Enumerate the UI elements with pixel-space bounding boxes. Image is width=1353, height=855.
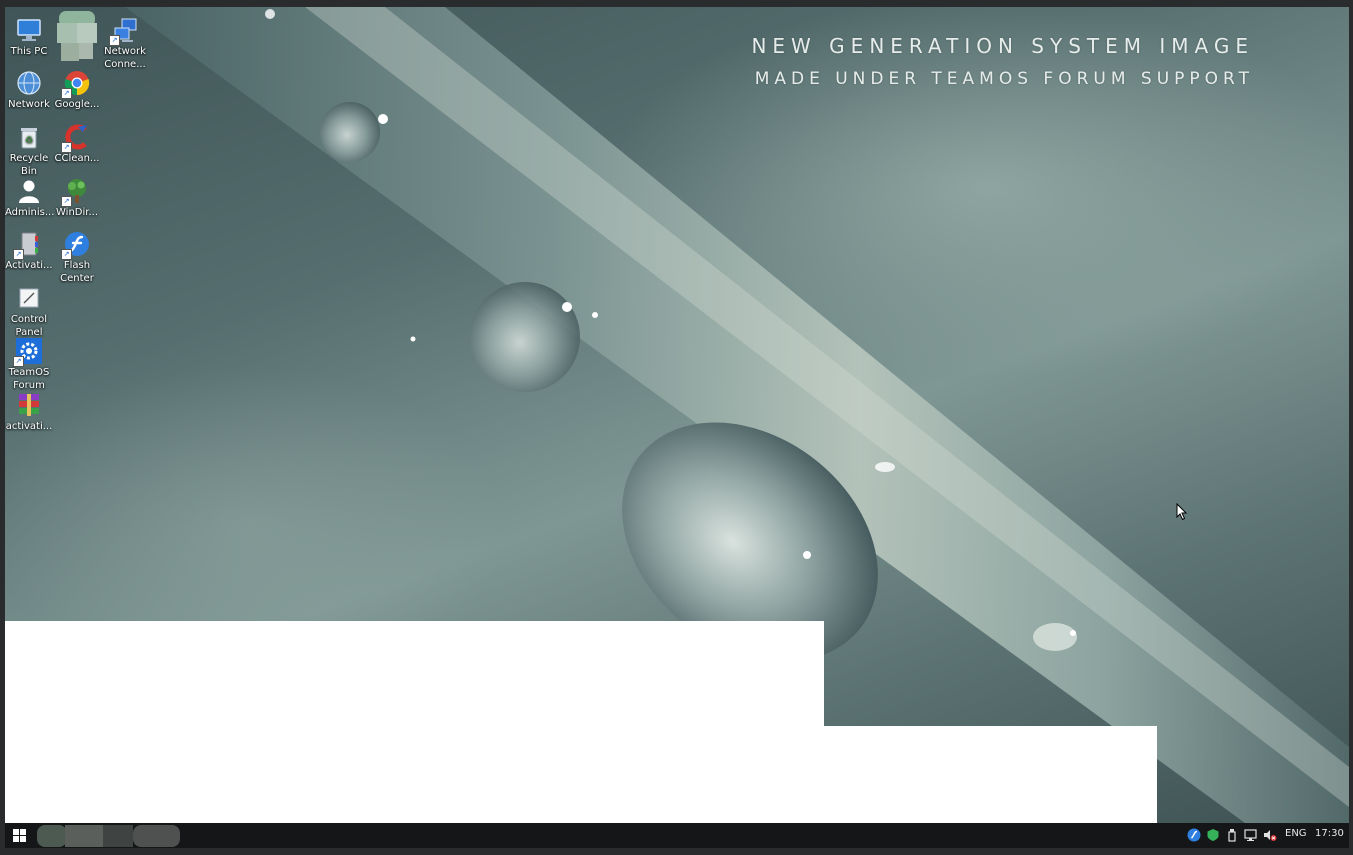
taskbar-clock[interactable]: 17:30: [1315, 828, 1344, 839]
desktop-icons: This PC Network ♻ Recycle Bin Adminis...…: [5, 7, 165, 447]
flash-tray-icon[interactable]: [1187, 828, 1201, 842]
mouse-cursor-icon: [1176, 503, 1188, 521]
start-button[interactable]: [5, 823, 33, 848]
svg-text:♻: ♻: [25, 136, 33, 146]
desktop-icon-teamos-forum[interactable]: ↗ TeamOS Forum: [5, 333, 53, 392]
desktop-icon-label: Flash Center: [60, 260, 94, 284]
monitor-icon: [15, 16, 43, 44]
watermark-subtitle: MADE UNDER TEAMOS FORUM SUPPORT: [754, 69, 1254, 89]
blank-region: [5, 621, 824, 823]
desktop-icon-google-chrome[interactable]: ↗ Google...: [53, 65, 101, 111]
shortcut-arrow-icon: ↗: [13, 249, 24, 260]
desktop-icon-flash-center[interactable]: ↗ Flash Center: [53, 226, 101, 285]
desktop-icon-network-connections[interactable]: ↗ Network Conne...: [101, 12, 149, 71]
desktop-icon-label: Google...: [54, 99, 100, 110]
desktop-icon-windirstat[interactable]: ↗ WinDir...: [53, 173, 101, 219]
desktop-icon-this-pc[interactable]: This PC: [5, 12, 53, 58]
blank-region: [824, 726, 1157, 823]
watermark-title: NEW GENERATION SYSTEM IMAGE: [751, 34, 1254, 58]
redacted-taskbar-apps[interactable]: [37, 825, 180, 847]
chrome-icon: ↗: [61, 69, 91, 99]
desktop-icon-activation[interactable]: ↗ Activati...: [5, 226, 53, 272]
desktop-icon-label: activati...: [5, 421, 53, 432]
network-globe-icon: [15, 69, 43, 97]
shield-tray-icon[interactable]: [1206, 828, 1220, 842]
flash-icon: ↗: [61, 230, 91, 260]
tree-icon: ↗: [61, 177, 91, 207]
desktop-icon-label: CClean...: [54, 153, 100, 164]
network-connections-icon: ↗: [109, 16, 139, 46]
desktop-icon-label: Network: [8, 99, 50, 110]
shortcut-arrow-icon: ↗: [13, 356, 24, 367]
desktop-icon-label: WinDir...: [56, 207, 98, 218]
gear-icon: ↗: [13, 337, 43, 367]
shortcut-arrow-icon: ↗: [61, 142, 72, 153]
taskbar: ENG 17:30: [5, 823, 1349, 848]
activation-tool-icon: ↗: [13, 230, 43, 260]
control-panel-icon: [15, 284, 43, 312]
windows-logo-icon: [13, 829, 26, 842]
desktop-icon-recycle-bin[interactable]: ♻ Recycle Bin: [5, 119, 53, 178]
winrar-archive-icon: [15, 391, 43, 419]
desktop-icon-label: Network Conne...: [104, 46, 146, 70]
volume-muted-icon[interactable]: [1263, 828, 1277, 842]
usb-tray-icon[interactable]: [1225, 828, 1239, 842]
input-language-indicator[interactable]: ENG: [1285, 828, 1307, 839]
desktop-icon-network[interactable]: Network: [5, 65, 53, 111]
desktop-icon-control-panel[interactable]: Control Panel: [5, 280, 53, 339]
shortcut-arrow-icon: ↗: [61, 249, 72, 260]
desktop-icon-label: Activati...: [5, 260, 53, 271]
redacted-desktop-icon[interactable]: [55, 9, 99, 65]
recycle-bin-icon: ♻: [15, 123, 43, 151]
shortcut-arrow-icon: ↗: [109, 35, 120, 46]
desktop-icon-administrator[interactable]: Adminis...: [5, 173, 55, 219]
desktop-icon-label: This PC: [10, 46, 48, 57]
desktop-icon-ccleaner[interactable]: ↗ CClean...: [53, 119, 101, 165]
desktop-icon-label: Adminis...: [5, 207, 55, 218]
shortcut-arrow-icon: ↗: [61, 196, 72, 207]
network-tray-icon[interactable]: [1244, 828, 1258, 842]
desktop-icon-activation-archive[interactable]: activati...: [5, 387, 53, 433]
shortcut-arrow-icon: ↗: [61, 88, 72, 99]
ccleaner-icon: ↗: [61, 123, 91, 153]
screen: NEW GENERATION SYSTEM IMAGE MADE UNDER T…: [0, 0, 1353, 855]
user-icon: [15, 177, 43, 205]
